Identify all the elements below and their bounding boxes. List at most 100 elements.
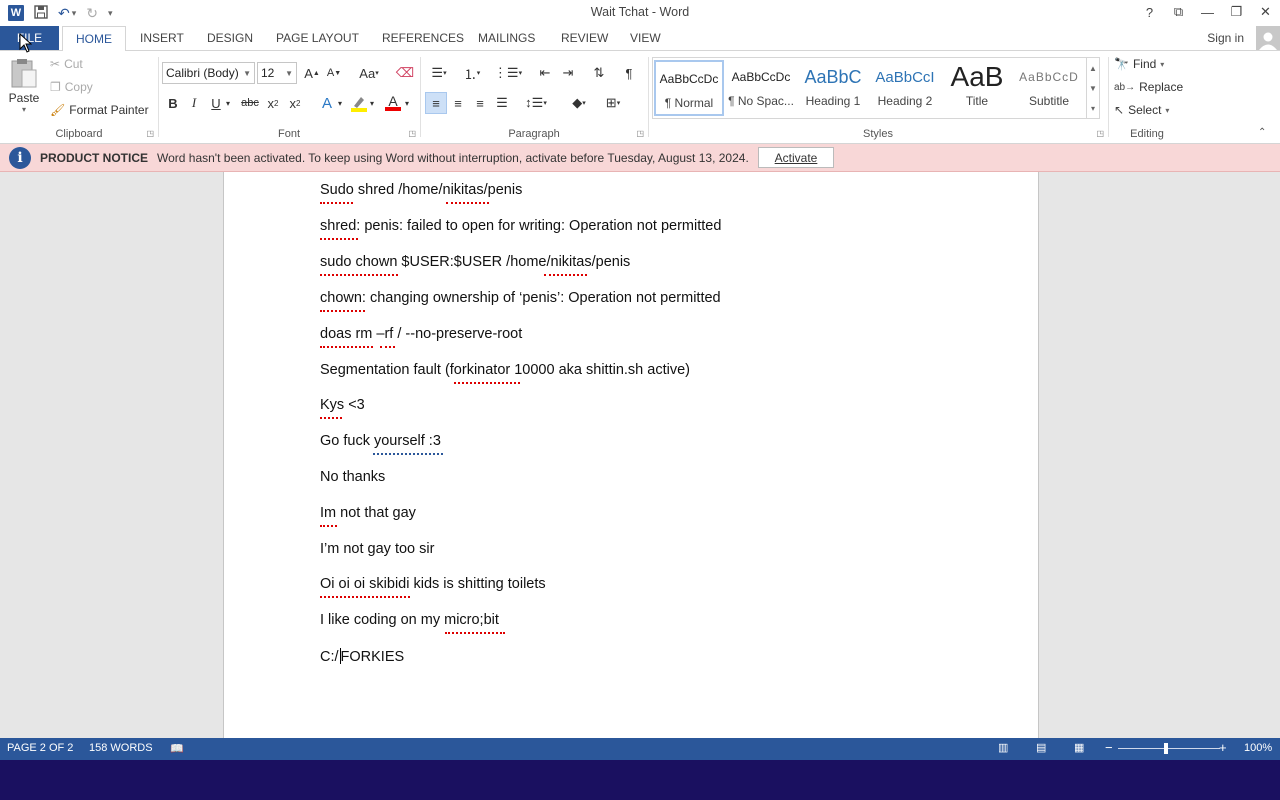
paragraph[interactable]: Kys <3: [320, 397, 365, 413]
multilevel-list-icon[interactable]: ⋮☰ ▾: [494, 62, 522, 84]
select-button[interactable]: ↖ Select ▾: [1114, 103, 1169, 117]
clipboard-group-label: Clipboard: [55, 128, 103, 140]
format-painter-button[interactable]: 🖌 Format Painter: [50, 103, 149, 117]
font-size-combobox[interactable]: 12 ▼: [257, 62, 297, 84]
tab-mailings[interactable]: MAILINGS: [478, 26, 535, 50]
numbering-icon[interactable]: ⒈ ▾: [458, 62, 486, 84]
line-spacing-icon[interactable]: ↕☰ ▾: [521, 92, 551, 114]
paragraph[interactable]: shred: penis: failed to open for writing…: [320, 218, 721, 234]
tab-home[interactable]: HOME: [62, 26, 126, 51]
paragraph[interactable]: I like coding on my micro;bit: [320, 612, 499, 628]
shading-icon[interactable]: ◆ ▾: [564, 92, 594, 114]
tab-page-layout[interactable]: PAGE LAYOUT: [276, 26, 359, 50]
subscript-icon[interactable]: x2: [262, 92, 284, 114]
clipboard-group: Paste ▾ ✂ Cut ❐ Copy 🖌 Format Painter Cl…: [0, 51, 158, 143]
chevron-up-icon[interactable]: ▲: [1089, 64, 1097, 73]
proofing-icon[interactable]: 📖: [170, 742, 184, 755]
zoom-slider[interactable]: [1118, 748, 1220, 749]
style-normal[interactable]: AaBbCcDc ¶ Normal: [654, 60, 724, 116]
cut-button[interactable]: ✂ Cut: [50, 57, 83, 71]
increase-indent-icon[interactable]: ⇥: [557, 62, 579, 84]
print-layout-icon[interactable]: ▤: [1036, 741, 1046, 754]
font-launcher-icon[interactable]: ◳: [408, 129, 416, 138]
highlight-dropdown-icon[interactable]: ▾: [366, 92, 378, 114]
change-case-icon[interactable]: Aa ▾: [354, 62, 384, 84]
collapse-ribbon-icon[interactable]: ⌃: [1258, 127, 1266, 138]
zoom-level[interactable]: 100%: [1244, 742, 1272, 754]
paragraph[interactable]: Go fuck yourself :3: [320, 433, 441, 449]
tab-insert[interactable]: INSERT: [140, 26, 184, 50]
style-heading-2[interactable]: AaBbCcI Heading 2: [870, 60, 940, 116]
style-title[interactable]: AaB Title: [942, 60, 1012, 116]
paragraph[interactable]: Im not that gay: [320, 505, 416, 521]
spellcheck-squiggle: [320, 345, 373, 348]
zoom-out-icon[interactable]: −: [1105, 740, 1113, 755]
paragraph[interactable]: I’m not gay too sir: [320, 541, 434, 557]
more-styles-icon[interactable]: ▾: [1091, 104, 1095, 113]
borders-icon[interactable]: ⊞ ▾: [598, 92, 628, 114]
zoom-in-icon[interactable]: +: [1219, 740, 1227, 755]
clipboard-launcher-icon[interactable]: ◳: [146, 129, 154, 138]
activate-label: Activate: [774, 150, 818, 165]
style-heading-1[interactable]: AaBbC Heading 1: [798, 60, 868, 116]
minimize-button[interactable]: —: [1193, 0, 1222, 24]
clear-formatting-icon[interactable]: ⌫: [394, 62, 416, 84]
bullets-icon[interactable]: ☰ ▾: [425, 62, 453, 84]
paragraph[interactable]: Segmentation fault (forkinator 10000 aka…: [320, 362, 690, 378]
web-layout-icon[interactable]: ▦: [1074, 741, 1084, 754]
chevron-down-icon[interactable]: ▼: [1089, 84, 1097, 93]
underline-dropdown-icon[interactable]: ▾: [222, 92, 234, 114]
page-count[interactable]: PAGE 2 OF 2: [7, 742, 73, 754]
zoom-slider-thumb[interactable]: [1164, 743, 1168, 754]
font-name-combobox[interactable]: Calibri (Body) ▼: [162, 62, 255, 84]
decrease-indent-icon[interactable]: ⇤: [534, 62, 556, 84]
document-page[interactable]: Sudo shred /home/nikitas/penis shred: pe…: [223, 172, 1039, 738]
align-left-icon[interactable]: ≡: [425, 92, 447, 114]
paste-button[interactable]: Paste ▾: [8, 57, 40, 114]
styles-launcher-icon[interactable]: ◳: [1096, 129, 1104, 138]
style-subtitle[interactable]: AaBbCcD Subtitle: [1014, 60, 1084, 116]
find-button[interactable]: 🔭 Find ▾: [1114, 57, 1164, 71]
read-mode-icon[interactable]: ▥: [998, 741, 1008, 754]
copy-button[interactable]: ❐ Copy: [50, 80, 93, 94]
close-button[interactable]: ✕: [1251, 0, 1280, 24]
paragraph-launcher-icon[interactable]: ◳: [636, 129, 644, 138]
style-no-spacing[interactable]: AaBbCcDc ¶ No Spac...: [726, 60, 796, 116]
title-bar: W ↶ ▾ ↻ ▾ Wait Tchat - Word ? ⧉ — ❐ ✕: [0, 0, 1280, 26]
font-color-dropdown-icon[interactable]: ▾: [401, 92, 413, 114]
justify-icon[interactable]: ☰: [491, 92, 513, 114]
sort-icon[interactable]: ⇅: [588, 62, 610, 84]
shrink-font-icon[interactable]: A ▼: [323, 62, 345, 84]
paragraph[interactable]: No thanks: [320, 469, 385, 485]
italic-icon[interactable]: I: [183, 92, 205, 114]
paragraph[interactable]: Oi oi oi skibidi kids is shitting toilet…: [320, 576, 546, 592]
spellcheck-squiggle: [320, 309, 365, 312]
activate-button[interactable]: Activate: [758, 147, 834, 168]
tab-references[interactable]: REFERENCES: [382, 26, 464, 50]
sign-in[interactable]: Sign in: [1207, 26, 1280, 50]
show-formatting-marks-icon[interactable]: ¶: [618, 62, 640, 84]
paragraph[interactable]: Sudo shred /home/nikitas/penis: [320, 182, 522, 198]
ribbon-display-options-button[interactable]: ⧉: [1164, 0, 1193, 24]
bold-icon[interactable]: B: [162, 92, 184, 114]
paste-dropdown-icon[interactable]: ▾: [22, 105, 26, 114]
grow-font-icon[interactable]: A ▲: [301, 62, 323, 84]
align-right-icon[interactable]: ≡: [469, 92, 491, 114]
styles-gallery-scroll[interactable]: ▲ ▼ ▾: [1086, 58, 1099, 118]
paragraph[interactable]: doas rm –rf / --no-preserve-root: [320, 326, 522, 342]
tab-design[interactable]: DESIGN: [207, 26, 253, 50]
word-count[interactable]: 158 WORDS: [89, 742, 153, 754]
center-icon[interactable]: ≡: [447, 92, 469, 114]
paragraph[interactable]: chown: changing ownership of ‘penis’: Op…: [320, 290, 721, 306]
tab-view[interactable]: VIEW: [630, 26, 661, 50]
replace-button[interactable]: ab→ Replace: [1114, 80, 1183, 94]
restore-button[interactable]: ❐: [1222, 0, 1251, 24]
text-effects-dropdown-icon[interactable]: ▾: [334, 92, 346, 114]
tab-review[interactable]: REVIEW: [561, 26, 608, 50]
help-button[interactable]: ?: [1135, 0, 1164, 24]
paragraph[interactable]: sudo chown $USER:$USER /home/nikitas/pen…: [320, 254, 630, 270]
document-area[interactable]: Sudo shred /home/nikitas/penis shred: pe…: [0, 172, 1280, 738]
paragraph-with-cursor[interactable]: C:/FORKIES: [320, 648, 404, 665]
strikethrough-icon[interactable]: abc: [239, 92, 261, 114]
superscript-icon[interactable]: x2: [284, 92, 306, 114]
